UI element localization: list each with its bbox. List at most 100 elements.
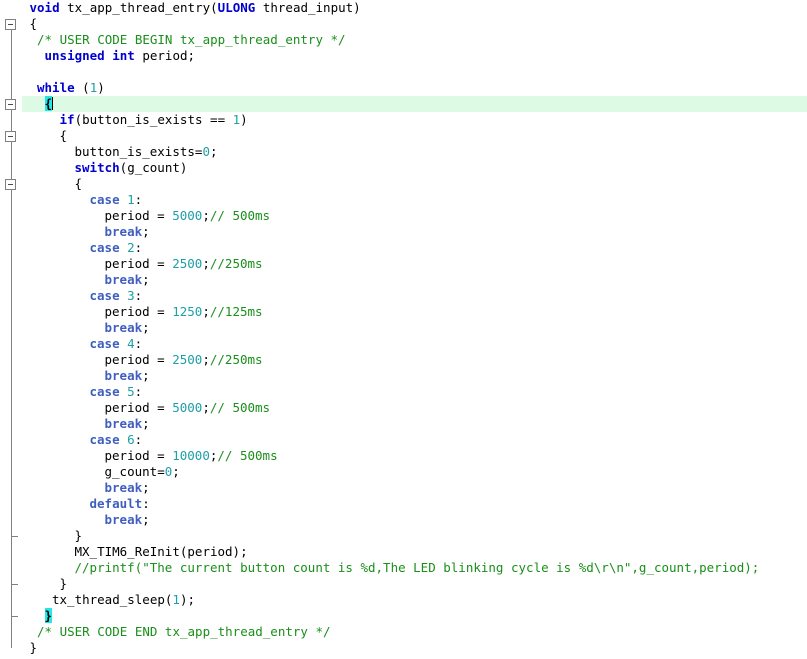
code-line[interactable]: { — [0, 96, 807, 112]
code-line[interactable]: //printf("The current button count is %d… — [0, 560, 807, 576]
code-token-pun: { — [59, 128, 68, 143]
code-token-id: period — [104, 304, 150, 319]
code-line-text: void tx_app_thread_entry(ULONG thread_in… — [0, 0, 361, 16]
code-token-pun: ( — [74, 80, 90, 95]
code-token-num: 5000 — [172, 400, 203, 415]
code-line-text: MX_TIM6_ReInit(period); — [0, 544, 248, 560]
code-line[interactable]: break; — [0, 512, 807, 528]
code-line[interactable]: switch(g_count) — [0, 160, 807, 176]
code-line[interactable]: { — [0, 176, 807, 192]
code-token-num: 0 — [202, 144, 210, 159]
code-token-id: period — [104, 352, 150, 367]
code-line[interactable]: } — [0, 528, 807, 544]
code-token-num: 2500 — [172, 256, 203, 271]
code-line-text: unsigned int period; — [0, 48, 196, 64]
code-token-pun — [120, 432, 128, 447]
fold-end-while-marker — [11, 616, 18, 617]
code-token-pun: ; — [142, 416, 150, 431]
code-line-text: /* USER CODE END tx_app_thread_entry */ — [0, 624, 331, 640]
code-token-kw2: case — [89, 288, 120, 303]
code-token-pun: } — [29, 640, 38, 655]
code-line[interactable]: break; — [0, 480, 807, 496]
code-line[interactable]: /* USER CODE END tx_app_thread_entry */ — [0, 624, 807, 640]
code-token-id: button_is_exists — [74, 144, 195, 159]
code-token-id: g_count — [104, 464, 158, 479]
code-line-text: tx_thread_sleep(1); — [0, 592, 195, 608]
code-token-pun: : — [142, 496, 150, 511]
code-token-num: 2 — [127, 240, 135, 255]
fold-function-body-toggle-icon[interactable] — [5, 19, 16, 30]
code-token-brace-hl: } — [44, 608, 53, 623]
code-token-pun: = — [149, 208, 173, 223]
code-line-text: period = 10000;// 500ms — [0, 448, 278, 464]
code-line[interactable]: } — [0, 640, 807, 656]
code-token-pun: ; — [142, 480, 150, 495]
code-line[interactable]: default: — [0, 496, 807, 512]
code-line[interactable]: case 6: — [0, 432, 807, 448]
code-line[interactable]: g_count=0; — [0, 464, 807, 480]
code-line[interactable]: unsigned int period; — [0, 48, 807, 64]
code-token-cmt: //125ms — [209, 304, 263, 319]
code-token-kw2: break — [104, 272, 143, 287]
code-token-kw2: break — [104, 416, 143, 431]
code-line[interactable]: if(button_is_exists == 1) — [0, 112, 807, 128]
code-token-kw: unsigned — [44, 48, 105, 63]
code-line[interactable]: case 5: — [0, 384, 807, 400]
code-token-pun — [60, 0, 68, 15]
fold-while-body-toggle-icon[interactable] — [5, 99, 16, 110]
code-token-pun: ; — [202, 304, 210, 319]
code-token-cmt: // 500ms — [209, 400, 271, 415]
code-token-num: 5 — [127, 384, 135, 399]
code-surface[interactable]: void tx_app_thread_entry(ULONG thread_in… — [0, 0, 807, 659]
code-token-pun — [255, 0, 263, 15]
code-line[interactable]: break; — [0, 224, 807, 240]
code-line[interactable] — [0, 64, 807, 80]
code-editor[interactable]: void tx_app_thread_entry(ULONG thread_in… — [0, 0, 807, 659]
fold-gutter[interactable] — [0, 0, 22, 659]
code-line[interactable]: break; — [0, 416, 807, 432]
code-line[interactable]: void tx_app_thread_entry(ULONG thread_in… — [0, 0, 807, 16]
code-line[interactable]: case 3: — [0, 288, 807, 304]
code-token-num: 3 — [127, 288, 135, 303]
fold-if-body-toggle-icon[interactable] — [5, 131, 16, 142]
code-line[interactable]: break; — [0, 272, 807, 288]
code-line-text: /* USER CODE BEGIN tx_app_thread_entry *… — [0, 32, 346, 48]
code-line[interactable]: case 1: — [0, 192, 807, 208]
code-line[interactable]: button_is_exists=0; — [0, 144, 807, 160]
code-token-pun: ; — [142, 320, 150, 335]
code-token-pun: } — [74, 528, 83, 543]
code-token-pun: ); — [179, 592, 196, 607]
code-token-pun: ) — [179, 160, 188, 175]
code-line-text: break; — [0, 272, 150, 288]
code-line[interactable]: break; — [0, 320, 807, 336]
code-line[interactable]: period = 5000;// 500ms — [0, 208, 807, 224]
code-line[interactable]: while (1) — [0, 80, 807, 96]
code-line[interactable]: { — [0, 128, 807, 144]
code-line[interactable]: case 4: — [0, 336, 807, 352]
code-line[interactable]: period = 1250;//125ms — [0, 304, 807, 320]
code-line[interactable]: { — [0, 16, 807, 32]
code-token-kw2: case — [89, 384, 120, 399]
code-token-id: tx_app_thread_entry — [67, 0, 211, 15]
code-line[interactable]: MX_TIM6_ReInit(period); — [0, 544, 807, 560]
code-line[interactable]: case 2: — [0, 240, 807, 256]
code-token-id: period — [187, 544, 233, 559]
code-line[interactable]: period = 10000;// 500ms — [0, 448, 807, 464]
code-token-pun: = — [149, 304, 173, 319]
code-line[interactable]: period = 2500;//250ms — [0, 352, 807, 368]
code-token-pun: : — [134, 240, 143, 255]
code-line[interactable]: } — [0, 576, 807, 592]
code-line[interactable]: /* USER CODE BEGIN tx_app_thread_entry *… — [0, 32, 807, 48]
code-token-kw2: break — [104, 480, 143, 495]
code-token-kw2: case — [89, 192, 120, 207]
code-token-kw2: default — [89, 496, 143, 511]
code-line[interactable]: tx_thread_sleep(1); — [0, 592, 807, 608]
code-line-text: period = 5000;// 500ms — [0, 400, 271, 416]
code-line[interactable]: period = 2500;//250ms — [0, 256, 807, 272]
code-line[interactable]: period = 5000;// 500ms — [0, 400, 807, 416]
code-token-kw2: case — [89, 336, 120, 351]
code-line[interactable]: break; — [0, 368, 807, 384]
code-token-num: 10000 — [172, 448, 210, 463]
fold-switch-body-toggle-icon[interactable] — [5, 179, 16, 190]
code-line[interactable]: } — [0, 608, 807, 624]
